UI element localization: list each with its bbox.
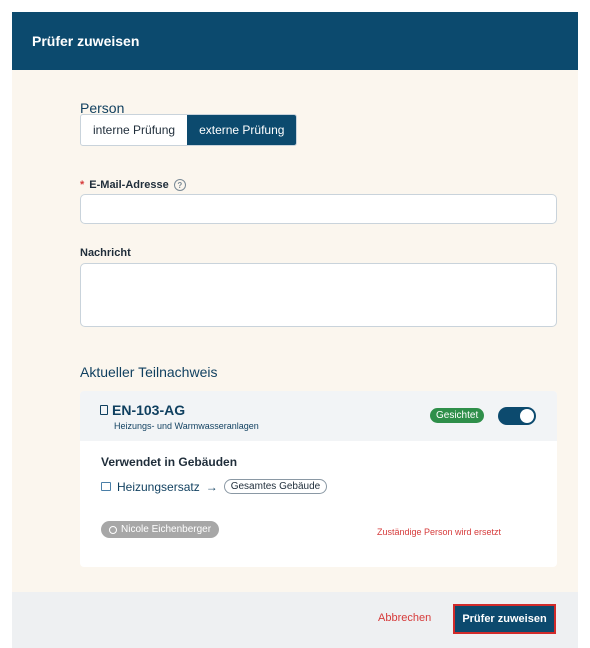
current-proof-section-title: Aktueller Teilnachweis <box>80 364 218 380</box>
proof-code-text: EN-103-AG <box>112 402 186 418</box>
proof-card-body: Verwendet in Gebäuden Heizungsersatz → G… <box>80 441 557 567</box>
proof-card: EN-103-AG Heizungs- und Warmwasseranlage… <box>80 391 557 567</box>
building-breadcrumb: Heizungsersatz → Gesamtes Gebäude <box>101 479 328 494</box>
reviewed-toggle[interactable] <box>498 407 536 425</box>
internal-review-option[interactable]: interne Prüfung <box>81 115 187 145</box>
assign-reviewer-button[interactable]: Prüfer zuweisen <box>453 604 556 634</box>
assigned-person-name: Nicole Eichenberger <box>121 524 212 535</box>
arrow-right-icon: → <box>205 479 218 494</box>
person-type-toggle[interactable]: interne Prüfung externe Prüfung <box>80 114 298 146</box>
modal-title: Prüfer zuweisen <box>32 33 140 49</box>
modal-header: Prüfer zuweisen <box>12 12 578 70</box>
proof-code[interactable]: EN-103-AG <box>100 402 185 418</box>
message-textarea[interactable] <box>80 263 557 327</box>
external-review-option[interactable]: externe Prüfung <box>187 115 297 145</box>
replacement-note: Zuständige Person wird ersetzt <box>377 527 502 537</box>
used-in-buildings-title: Verwendet in Gebäuden <box>101 455 238 469</box>
status-badge: Gesichtet <box>430 408 485 423</box>
required-indicator: * <box>80 179 85 191</box>
assign-reviewer-modal: Prüfer zuweisen Person interne Prüfung e… <box>12 12 578 648</box>
building-link[interactable]: Heizungsersatz <box>117 480 200 494</box>
toggle-knob <box>520 409 534 423</box>
proof-subtitle: Heizungs- und Warmwasseranlagen <box>114 421 259 431</box>
assigned-person-chip: Nicole Eichenberger <box>101 521 220 538</box>
user-icon <box>109 525 117 534</box>
email-label-text: E-Mail-Adresse <box>89 179 169 191</box>
email-field[interactable] <box>80 194 557 224</box>
email-label: * E-Mail-Adresse ? <box>80 179 186 191</box>
scope-pill: Gesamtes Gebäude <box>223 479 328 494</box>
message-label: Nachricht <box>80 247 131 259</box>
modal-footer: Abbrechen Prüfer zuweisen <box>12 592 578 648</box>
building-icon <box>101 482 111 491</box>
proof-card-header: EN-103-AG Heizungs- und Warmwasseranlage… <box>80 391 557 441</box>
help-icon[interactable]: ? <box>173 179 186 191</box>
document-icon <box>100 405 108 415</box>
cancel-button[interactable]: Abbrechen <box>378 612 431 624</box>
